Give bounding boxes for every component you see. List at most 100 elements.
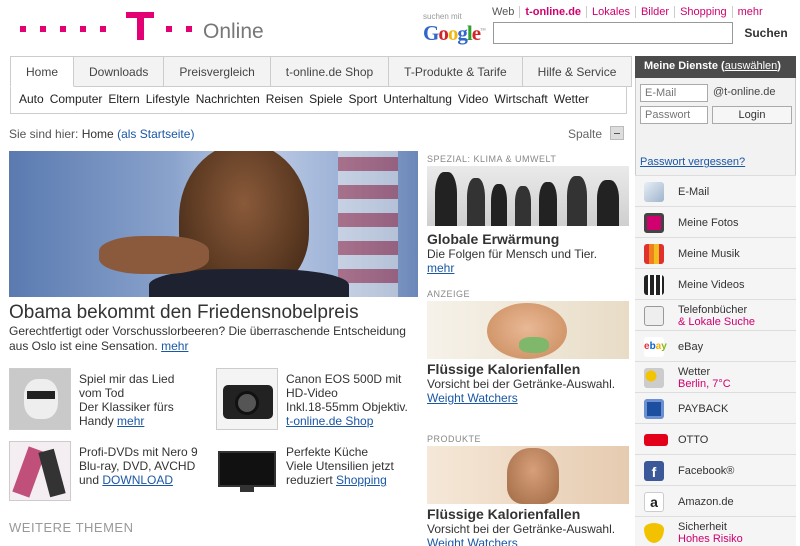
search-input[interactable] [493,22,733,44]
service-label: Meine Musik [678,248,740,260]
teaser-link[interactable]: t-online.de Shop [286,414,373,428]
product-link[interactable]: Weight Watchers [427,536,518,546]
login-button[interactable]: Login [712,106,792,124]
tab-t-produkte[interactable]: T-Produkte & Tarife [389,56,523,87]
weather-icon [644,368,664,388]
logo-t-stem [137,12,144,40]
service-label: eBay [678,341,704,353]
teaser-thumb-tv[interactable] [216,441,278,496]
ad-headline[interactable]: Flüssige Kalorienfallen [427,361,580,377]
subnav-unterhaltung[interactable]: Unterhaltung [383,92,452,106]
search-button[interactable]: Suchen [737,22,795,44]
hero-more-link[interactable]: mehr [161,339,188,353]
teaser-title[interactable]: Perfekte Küche [286,445,416,459]
service-music[interactable]: Meine Musik [635,237,796,268]
tab-preisvergleich[interactable]: Preisvergleich [164,56,271,87]
service-facebook[interactable]: f Facebook® [635,454,796,485]
scope-lokales[interactable]: Lokales [586,6,635,18]
logo-dot [166,26,172,32]
person-shape [539,182,557,226]
email-field[interactable] [640,84,708,102]
breadcrumb-home[interactable]: Home [82,127,114,141]
camera-lens [235,391,259,415]
forgot-password-link[interactable]: Passwort vergessen? [640,156,745,168]
dancer-shape [38,448,66,498]
person-shape [435,172,457,226]
person-shape [515,186,531,226]
select-services-link[interactable]: auswählen [725,60,778,72]
climate-image[interactable] [427,166,629,226]
service-amazon[interactable]: a Amazon.de [635,485,796,516]
hero-text: Gerechtfertigt oder Vorschusslorbeeren? … [9,324,406,353]
hero-image[interactable] [9,151,418,297]
service-email[interactable]: E-Mail [635,175,796,206]
hero-headline[interactable]: Obama bekommt den Friedensnobelpreis [9,302,359,324]
teaser-title[interactable]: Profi-DVDs mit Nero 9 [79,445,209,459]
tv-stand [240,487,254,492]
service-label: Telefonbücher & Lokale Suche [678,304,755,328]
logo-dot [40,26,46,32]
tab-downloads[interactable]: Downloads [74,56,165,87]
subnav-nachrichten[interactable]: Nachrichten [196,92,260,106]
teaser-link[interactable]: Shopping [336,473,387,487]
service-label: Meine Fotos [678,217,739,229]
service-videos[interactable]: Meine Videos [635,268,796,299]
hero-teaser-text: Gerechtfertigt oder Vorschusslorbeeren? … [9,324,421,354]
tab-hilfe[interactable]: Hilfe & Service [522,56,633,87]
scope-mehr[interactable]: mehr [731,6,768,18]
teaser-thumb-camera[interactable] [216,368,278,430]
teaser-thumb-dvd[interactable] [9,441,71,501]
service-payback[interactable]: PAYBACK [635,392,796,423]
set-startpage-link[interactable]: (als Startseite) [117,127,194,141]
subnav-eltern[interactable]: Eltern [108,92,139,106]
product-image[interactable] [427,446,629,504]
facebook-icon: f [644,461,664,481]
scope-shopping[interactable]: Shopping [674,6,732,18]
ad-link[interactable]: Weight Watchers [427,391,518,405]
subnav-spiele[interactable]: Spiele [309,92,342,106]
subnav-sport[interactable]: Sport [349,92,378,106]
ad-image[interactable] [427,301,629,359]
service-ebay[interactable]: ebay eBay [635,330,796,361]
scope-bilder[interactable]: Bilder [634,6,675,18]
logo-dot [60,26,66,32]
service-phonebook[interactable]: Telefonbücher & Lokale Suche [635,299,796,330]
teaser-link[interactable]: mehr [117,414,144,428]
amazon-icon: a [644,492,664,512]
person-shape [597,180,619,226]
subnav-reisen[interactable]: Reisen [266,92,303,106]
service-photos[interactable]: Meine Fotos [635,206,796,237]
teaser-title[interactable]: Canon EOS 500D mit HD-Video [286,372,416,400]
section-label: PRODUKTE [427,434,482,444]
service-label-sub: Hohes Risiko [678,533,743,545]
collapse-column-button[interactable] [610,126,624,140]
subnav-auto[interactable]: Auto [19,92,44,106]
ad-body: Vorsicht bei der Getränke-Auswahl. [427,377,616,391]
climate-headline[interactable]: Globale Erwärmung [427,231,559,247]
section-label: SPEZIAL: KLIMA & UMWELT [427,154,557,164]
main-tabs: Home Downloads Preisvergleich t-online.d… [10,56,633,87]
product-headline[interactable]: Flüssige Kalorienfallen [427,506,580,522]
teaser-thumb-western[interactable] [9,368,71,430]
service-label-main: Telefonbücher [678,304,748,316]
subnav-video[interactable]: Video [458,92,488,106]
subnav-lifestyle[interactable]: Lifestyle [146,92,190,106]
person-shape [567,176,587,226]
subnav-wetter[interactable]: Wetter [554,92,589,106]
password-field[interactable] [640,106,708,124]
subnav-computer[interactable]: Computer [50,92,103,106]
scope-web[interactable]: Web [492,6,519,18]
service-weather[interactable]: Wetter Berlin, 7°C [635,361,796,392]
service-label: Facebook® [678,465,735,477]
tab-shop[interactable]: t-online.de Shop [270,56,390,87]
climate-more-link[interactable]: mehr [427,261,454,275]
teaser-link[interactable]: DOWNLOAD [102,473,173,487]
t-online-logo[interactable]: Online [20,10,264,46]
service-otto[interactable]: OTTO [635,423,796,454]
teaser-title[interactable]: Spiel mir das Lied vom Tod [79,372,199,400]
tab-home[interactable]: Home [10,56,75,87]
scope-t-online[interactable]: t-online.de [519,6,587,18]
service-label: Wetter Berlin, 7°C [678,366,731,390]
service-security[interactable]: Sicherheit Hohes Risiko [635,516,796,546]
subnav-wirtschaft[interactable]: Wirtschaft [494,92,547,106]
